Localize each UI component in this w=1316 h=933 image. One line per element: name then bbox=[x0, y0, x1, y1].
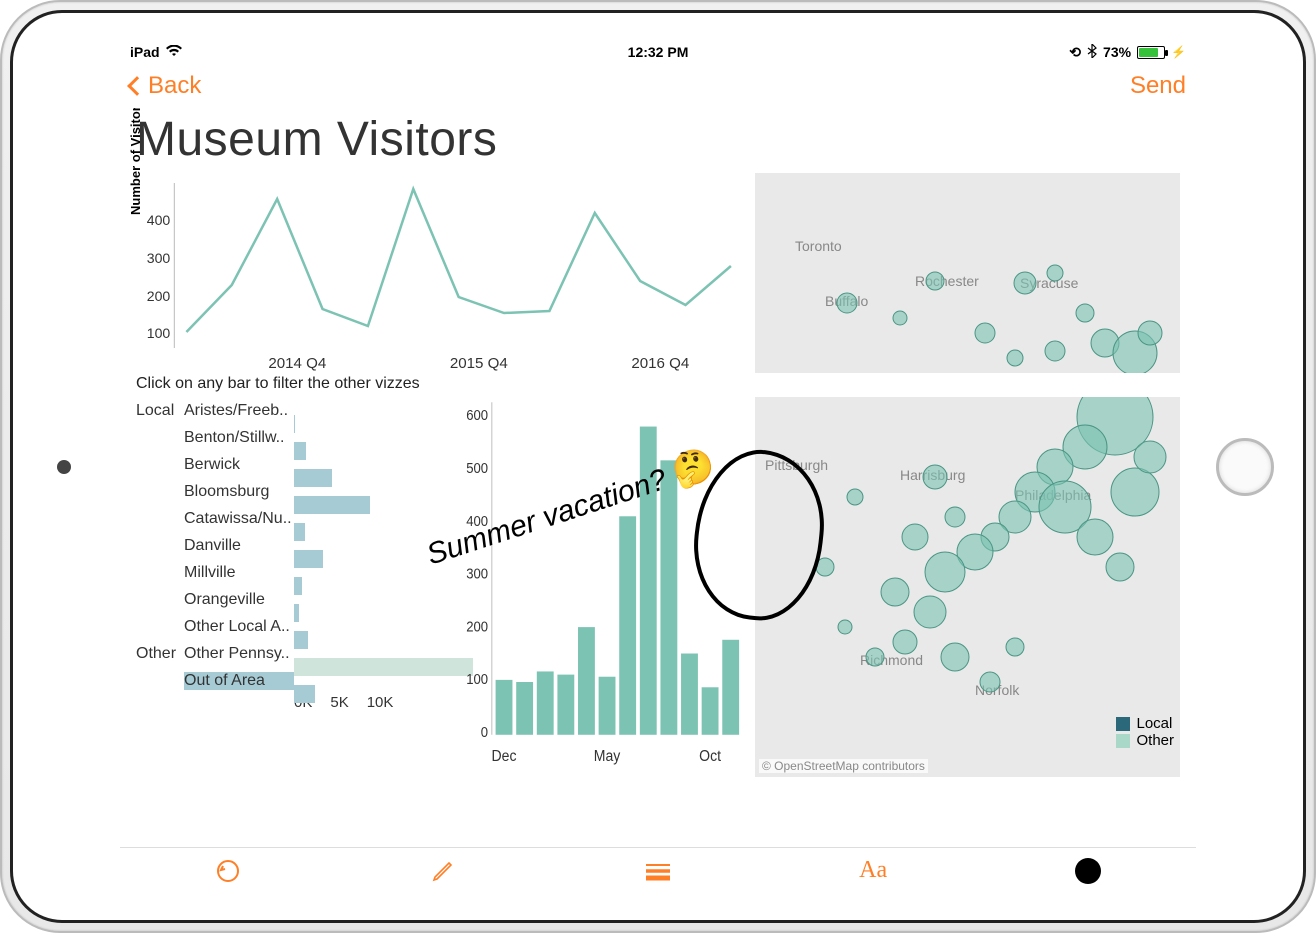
hbar-label[interactable]: Danville bbox=[184, 537, 294, 555]
map-legend: Local Other bbox=[1116, 715, 1174, 749]
charging-icon: ⚡ bbox=[1171, 45, 1186, 59]
chevron-left-icon bbox=[127, 76, 147, 96]
pencil-tool-button[interactable] bbox=[428, 856, 458, 886]
svg-text:200: 200 bbox=[466, 618, 488, 635]
svg-text:100: 100 bbox=[466, 670, 488, 687]
color-picker-button[interactable] bbox=[1073, 856, 1103, 886]
page-title: Museum Visitors bbox=[136, 112, 1180, 167]
status-bar: iPad 12:32 PM ⟲ 73% ⚡ bbox=[120, 40, 1196, 64]
device-label: iPad bbox=[130, 44, 160, 60]
hbar-label[interactable]: Bloomsburg bbox=[184, 483, 294, 501]
svg-text:0: 0 bbox=[481, 723, 489, 740]
front-camera bbox=[57, 460, 71, 474]
undo-button[interactable] bbox=[213, 856, 243, 886]
send-button[interactable]: Send bbox=[1130, 72, 1186, 100]
line-weight-button[interactable] bbox=[643, 856, 673, 886]
hbar-label[interactable]: Catawissa/Nu.. bbox=[184, 510, 294, 528]
y-axis-label: Number of Visitors bbox=[128, 108, 143, 215]
svg-text:600: 600 bbox=[466, 406, 488, 423]
svg-text:2016 Q4: 2016 Q4 bbox=[631, 355, 689, 372]
wifi-icon bbox=[166, 44, 182, 60]
screen: iPad 12:32 PM ⟲ 73% ⚡ Back Send bbox=[120, 40, 1196, 893]
hbar-group: Other bbox=[136, 645, 184, 663]
battery-pct: 73% bbox=[1103, 44, 1131, 60]
svg-text:Dec: Dec bbox=[492, 747, 517, 765]
map-attribution: © OpenStreetMap contributors bbox=[759, 759, 928, 773]
svg-text:500: 500 bbox=[466, 459, 488, 476]
hbar-label[interactable]: Millville bbox=[184, 564, 294, 582]
hbar-chart[interactable]: LocalAristes/Freeb.. Benton/Stillw.. Ber… bbox=[136, 397, 446, 777]
svg-text:2014 Q4: 2014 Q4 bbox=[268, 355, 326, 372]
map-bubbles bbox=[755, 173, 1180, 373]
hbar-label[interactable]: Benton/Stillw.. bbox=[184, 429, 294, 447]
hbar-label[interactable]: Other Local A.. bbox=[184, 618, 294, 636]
home-button[interactable] bbox=[1216, 438, 1274, 496]
svg-text:300: 300 bbox=[466, 565, 488, 582]
hbar-label[interactable]: Out of Area bbox=[184, 672, 294, 690]
back-label: Back bbox=[148, 72, 201, 100]
hbar-label[interactable]: Orangeville bbox=[184, 591, 294, 609]
svg-text:300: 300 bbox=[147, 250, 171, 266]
line-chart[interactable]: Number of Visitors 100 200 300 400 2014 … bbox=[136, 173, 741, 373]
back-button[interactable]: Back bbox=[130, 72, 201, 100]
svg-text:400: 400 bbox=[147, 212, 171, 228]
bottom-toolbar: Aa bbox=[120, 847, 1196, 893]
battery-icon bbox=[1137, 46, 1165, 59]
svg-text:May: May bbox=[594, 747, 621, 765]
status-time: 12:32 PM bbox=[628, 44, 689, 60]
bluetooth-icon bbox=[1087, 44, 1097, 61]
map-top[interactable]: Toronto Buffalo Rochester Syracuse bbox=[755, 173, 1180, 373]
svg-text:Oct: Oct bbox=[699, 747, 722, 765]
hbar-axis: 0K5K10K bbox=[294, 694, 446, 711]
content: Museum Visitors Number of Visitors 100 2… bbox=[120, 108, 1196, 847]
hbar-label[interactable]: Berwick bbox=[184, 456, 294, 474]
hbar-group: Local bbox=[136, 402, 184, 420]
ipad-frame: iPad 12:32 PM ⟲ 73% ⚡ Back Send bbox=[0, 0, 1316, 933]
nav-bar: Back Send bbox=[120, 64, 1196, 108]
hint-text: Click on any bar to filter the other viz… bbox=[136, 375, 1180, 393]
svg-text:200: 200 bbox=[147, 288, 171, 304]
svg-text:2015 Q4: 2015 Q4 bbox=[450, 355, 508, 372]
hbar-label[interactable]: Other Pennsy.. bbox=[184, 645, 294, 663]
hbar-label[interactable]: Aristes/Freeb.. bbox=[184, 402, 294, 420]
text-tool-button[interactable]: Aa bbox=[858, 856, 888, 886]
line-chart-svg: 100 200 300 400 2014 Q4 2015 Q4 2016 Q4 bbox=[136, 173, 741, 373]
svg-text:100: 100 bbox=[147, 325, 171, 341]
map-bottom[interactable]: Pittsburgh Harrisburg Philadelphia Richm… bbox=[755, 397, 1180, 777]
orientation-lock-icon: ⟲ bbox=[1069, 44, 1081, 61]
